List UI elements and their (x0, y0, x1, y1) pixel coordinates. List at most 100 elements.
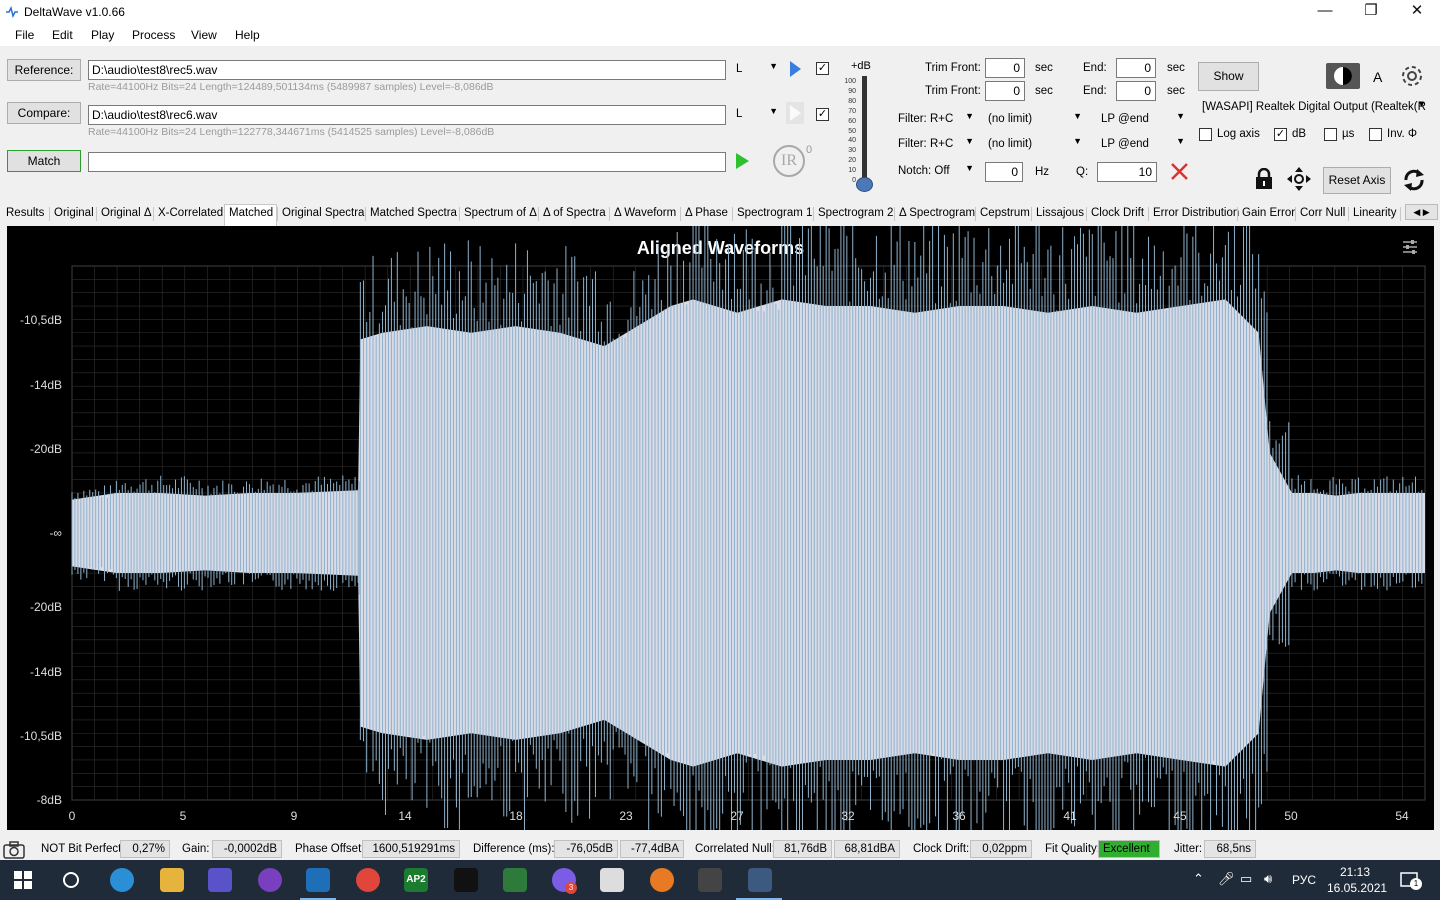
chevron-up-icon[interactable]: ⌃ (1193, 871, 1204, 887)
db-slider-track[interactable] (862, 76, 867, 184)
notch-hz-input[interactable]: 0 (985, 162, 1023, 182)
tab-1[interactable]: Original (54, 207, 94, 219)
cmp-trim-front-input[interactable]: 0 (985, 81, 1025, 101)
waveform-chart[interactable]: -10,5dB -14dB -20dB -∞ -20dB -14dB -10,5dB -8dB… (7, 226, 1434, 830)
ide-app-icon[interactable] (454, 868, 478, 892)
microphone-icon[interactable]: 🎤︎ (1218, 871, 1235, 887)
windows-start-icon[interactable] (14, 871, 32, 889)
tab-19[interactable]: Corr Null (1300, 207, 1345, 219)
reset-axis-button[interactable]: Reset Axis (1323, 167, 1391, 194)
tab-17[interactable]: Error Distribution (1153, 207, 1239, 219)
log-axis-checkbox[interactable] (1199, 128, 1212, 141)
network-icon[interactable]: ▭ (1240, 871, 1252, 887)
maximize-button[interactable]: ❐ (1348, 0, 1394, 24)
compare-channel-select[interactable]: L ▼ (732, 105, 782, 125)
trim-unit: sec (1167, 62, 1185, 74)
play-match-icon[interactable] (734, 152, 750, 170)
close-button[interactable]: ✕ (1394, 0, 1440, 24)
tab-20[interactable]: Linearity (1353, 207, 1396, 219)
vim-app-icon[interactable] (503, 868, 527, 892)
chrome-icon[interactable] (356, 868, 380, 892)
filter1-lp-select[interactable]: LP @end ▼ (1097, 110, 1189, 130)
tab-5[interactable]: Original Spectra (282, 207, 364, 219)
play-compare-icon[interactable] (786, 102, 804, 124)
theme-toggle[interactable] (1326, 63, 1360, 89)
db-tick: 80 (848, 97, 856, 105)
show-button[interactable]: Show (1198, 62, 1259, 91)
cmp-trim-end-input[interactable]: 0 (1116, 81, 1156, 101)
match-button[interactable]: Match (7, 150, 81, 172)
filter2-limit-select[interactable]: (no limit) ▼ (984, 135, 1086, 155)
ap-app-icon[interactable]: AP2 (404, 868, 428, 892)
a-weighting-label[interactable]: A (1373, 69, 1382, 85)
pan-move-icon[interactable] (1286, 166, 1312, 192)
search-icon[interactable] (61, 870, 81, 890)
ref-trim-front-input[interactable]: 0 (985, 58, 1025, 78)
ir-button[interactable]: IR (773, 145, 805, 177)
tab-4[interactable]: Matched (229, 207, 273, 219)
tab-2[interactable]: Original Δ (101, 207, 152, 219)
language-indicator[interactable]: РУС (1292, 873, 1316, 887)
tab-7[interactable]: Spectrum of Δ (464, 207, 537, 219)
save-app-icon[interactable] (208, 868, 232, 892)
menu-file[interactable]: File (15, 28, 34, 42)
output-device-select[interactable]: [WASAPI] Realtek Digital Output (Realtek… (1198, 98, 1430, 118)
menu-play[interactable]: Play (91, 28, 114, 42)
clock-time[interactable]: 21:13 (1340, 865, 1370, 879)
tab-scroll-arrows[interactable]: ◀ ▶ (1405, 204, 1438, 220)
minimize-button[interactable]: — (1302, 0, 1348, 24)
db-slider-thumb[interactable] (856, 177, 873, 192)
compare-button[interactable]: Compare: (7, 102, 81, 124)
menu-view[interactable]: View (191, 28, 217, 42)
tab-15[interactable]: Lissajous (1036, 207, 1084, 219)
reference-path-input[interactable]: D:\audio\test8\rec5.wav (88, 60, 726, 80)
tab-11[interactable]: Spectrogram 1 (737, 207, 812, 219)
edge-icon[interactable] (110, 868, 134, 892)
folder-icon[interactable] (160, 868, 184, 892)
tab-16[interactable]: Clock Drift (1091, 207, 1144, 219)
tab-10[interactable]: Δ Phase (685, 207, 728, 219)
us-checkbox[interactable] (1324, 128, 1337, 141)
menu-help[interactable]: Help (235, 28, 260, 42)
tab-6[interactable]: Matched Spectra (370, 207, 457, 219)
tab-13[interactable]: Δ Spectrogram (899, 207, 975, 219)
tab-0[interactable]: Results (6, 207, 44, 219)
deltawave-taskbar-icon[interactable] (748, 868, 772, 892)
tab-9[interactable]: Δ Waveform (614, 207, 676, 219)
camera-icon[interactable] (3, 841, 25, 859)
db-checkbox[interactable]: ✓ (1274, 128, 1287, 141)
mail-app-icon[interactable] (306, 868, 330, 892)
audio-app-icon[interactable] (650, 868, 674, 892)
notch-select[interactable]: Notch: Off ▼ (894, 162, 978, 182)
tab-3[interactable]: X-Correlated (158, 207, 223, 219)
fox-app-icon[interactable] (600, 868, 624, 892)
tab-14[interactable]: Cepstrum (980, 207, 1030, 219)
tab-8[interactable]: Δ of Spectra (543, 207, 606, 219)
reference-checkbox[interactable]: ✓ (816, 62, 829, 75)
compare-checkbox[interactable]: ✓ (816, 108, 829, 121)
reference-button[interactable]: Reference: (7, 59, 81, 81)
tab-18[interactable]: Gain Error (1242, 207, 1295, 219)
menu-edit[interactable]: Edit (52, 28, 73, 42)
clock-date[interactable]: 16.05.2021 (1327, 881, 1387, 895)
play-reference-icon[interactable] (788, 59, 802, 79)
filter2-lp-select[interactable]: LP @end ▼ (1097, 135, 1189, 155)
menu-process[interactable]: Process (132, 28, 175, 42)
gear-icon[interactable] (1399, 63, 1425, 89)
clear-filters-icon[interactable] (1170, 162, 1189, 181)
compare-path-input[interactable]: D:\audio\test8\rec6.wav (88, 105, 726, 125)
podcast-app-icon[interactable] (258, 868, 282, 892)
filter1-limit-select[interactable]: (no limit) ▼ (984, 110, 1086, 130)
filter1-type-select[interactable]: Filter: R+C ▼ (894, 110, 978, 130)
reference-channel-select[interactable]: L ▼ (732, 60, 782, 80)
notch-q-input[interactable]: 10 (1097, 162, 1157, 182)
lock-icon[interactable] (1254, 168, 1274, 190)
refresh-icon[interactable] (1402, 167, 1426, 193)
ref-trim-end-input[interactable]: 0 (1116, 58, 1156, 78)
speaker-icon[interactable]: 🔊︎ (1264, 871, 1272, 887)
trim-end-label: End: (1083, 62, 1107, 74)
settings-app-icon[interactable] (698, 868, 722, 892)
inv-phase-checkbox[interactable] (1369, 128, 1382, 141)
filter2-type-select[interactable]: Filter: R+C ▼ (894, 135, 978, 155)
tab-12[interactable]: Spectrogram 2 (818, 207, 893, 219)
